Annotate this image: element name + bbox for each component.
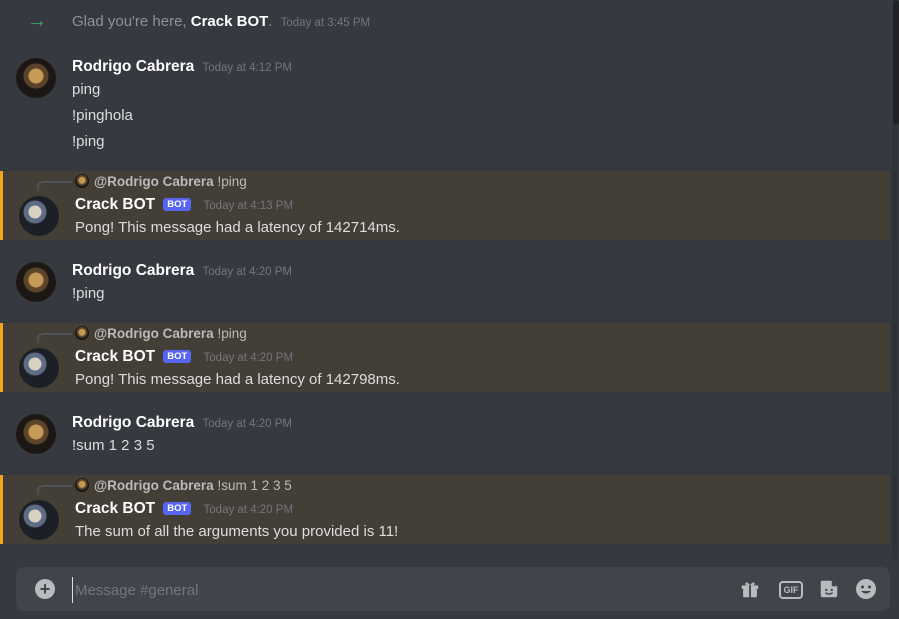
- sticker-icon[interactable]: [817, 577, 841, 601]
- message-text: ping: [72, 81, 101, 98]
- avatar[interactable]: [16, 58, 56, 98]
- join-arrow-icon: →: [27, 10, 47, 32]
- message-header: Crack BOT BOT Today at 4:20 PM: [75, 500, 293, 518]
- message-group: Rodrigo Cabrera Today at 4:20 PM !ping: [0, 248, 890, 314]
- reply-spine: [37, 333, 72, 343]
- reply-avatar: [75, 326, 89, 340]
- message-text: !ping: [72, 133, 105, 150]
- emoji-icon[interactable]: [854, 577, 878, 601]
- username[interactable]: Rodrigo Cabrera: [72, 58, 194, 75]
- gif-button[interactable]: GIF: [779, 581, 803, 599]
- message-text: The sum of all the arguments you provide…: [75, 523, 399, 540]
- message-text: Pong! This message had a latency of 1427…: [75, 219, 400, 236]
- timestamp: Today at 4:20 PM: [203, 504, 294, 516]
- scrollbar-thumb[interactable]: [893, 0, 899, 125]
- reply-avatar: [75, 174, 89, 188]
- system-join-message: → Glad you're here, Crack BOT. Today at …: [0, 0, 890, 44]
- reply-reference[interactable]: @Rodrigo Cabrera !sum 1 2 3 5: [75, 478, 292, 493]
- reply-reference[interactable]: @Rodrigo Cabrera !ping: [75, 174, 247, 189]
- reply-text: !ping: [217, 326, 247, 341]
- message-text: !ping: [72, 285, 105, 302]
- timestamp: Today at 3:45 PM: [280, 17, 371, 29]
- username[interactable]: Rodrigo Cabrera: [72, 262, 194, 279]
- message-group-highlighted: @Rodrigo Cabrera !sum 1 2 3 5 Crack BOT …: [0, 475, 890, 544]
- avatar[interactable]: [16, 262, 56, 302]
- join-text: Glad you're here, Crack BOT. Today at 3:…: [72, 13, 370, 30]
- gift-icon[interactable]: [738, 577, 762, 601]
- message-header: Rodrigo Cabrera Today at 4:20 PM: [72, 414, 292, 432]
- message-header: Crack BOT BOT Today at 4:20 PM: [75, 348, 293, 366]
- plus-circle-icon[interactable]: +: [35, 579, 55, 599]
- message-header: Crack BOT BOT Today at 4:13 PM: [75, 196, 293, 214]
- bot-badge: BOT: [163, 502, 192, 515]
- avatar[interactable]: [16, 414, 56, 454]
- avatar[interactable]: [19, 348, 59, 388]
- scrollbar[interactable]: [891, 0, 899, 560]
- username[interactable]: Crack BOT: [75, 500, 155, 517]
- join-username[interactable]: Crack BOT: [191, 13, 269, 30]
- reply-mention[interactable]: @Rodrigo Cabrera: [94, 478, 214, 493]
- reply-spine: [37, 485, 72, 495]
- username[interactable]: Crack BOT: [75, 348, 155, 365]
- timestamp: Today at 4:12 PM: [202, 62, 292, 74]
- timestamp: Today at 4:20 PM: [202, 266, 292, 278]
- timestamp: Today at 4:13 PM: [203, 200, 294, 212]
- join-suffix: .: [268, 13, 273, 30]
- message-text: !pinghola: [72, 107, 133, 124]
- username[interactable]: Crack BOT: [75, 196, 155, 213]
- timestamp: Today at 4:20 PM: [203, 352, 294, 364]
- join-prefix: Glad you're here,: [72, 13, 191, 30]
- message-group: Rodrigo Cabrera Today at 4:20 PM !sum 1 …: [0, 400, 890, 466]
- message-group: Rodrigo Cabrera Today at 4:12 PM ping !p…: [0, 44, 890, 166]
- avatar[interactable]: [19, 196, 59, 236]
- message-input[interactable]: [72, 577, 677, 603]
- bot-badge: BOT: [163, 198, 192, 211]
- timestamp: Today at 4:20 PM: [202, 418, 292, 430]
- reply-text: !sum 1 2 3 5: [217, 478, 292, 493]
- scrollbar-rail: [892, 125, 898, 560]
- message-text: Pong! This message had a latency of 1427…: [75, 371, 400, 388]
- message-header: Rodrigo Cabrera Today at 4:20 PM: [72, 262, 292, 280]
- message-group-highlighted: @Rodrigo Cabrera !ping Crack BOT BOT Tod…: [0, 323, 890, 392]
- reply-spine: [37, 181, 72, 191]
- avatar[interactable]: [19, 500, 59, 540]
- username[interactable]: Rodrigo Cabrera: [72, 414, 194, 431]
- bot-badge: BOT: [163, 350, 192, 363]
- message-header: Rodrigo Cabrera Today at 4:12 PM: [72, 58, 292, 76]
- reply-avatar: [75, 478, 89, 492]
- message-text: !sum 1 2 3 5: [72, 437, 155, 454]
- reply-mention[interactable]: @Rodrigo Cabrera: [94, 326, 214, 341]
- reply-text: !ping: [217, 174, 247, 189]
- reply-reference[interactable]: @Rodrigo Cabrera !ping: [75, 326, 247, 341]
- message-composer: + GIF: [16, 567, 890, 611]
- message-group-highlighted: @Rodrigo Cabrera !ping Crack BOT BOT Tod…: [0, 171, 890, 240]
- reply-mention[interactable]: @Rodrigo Cabrera: [94, 174, 214, 189]
